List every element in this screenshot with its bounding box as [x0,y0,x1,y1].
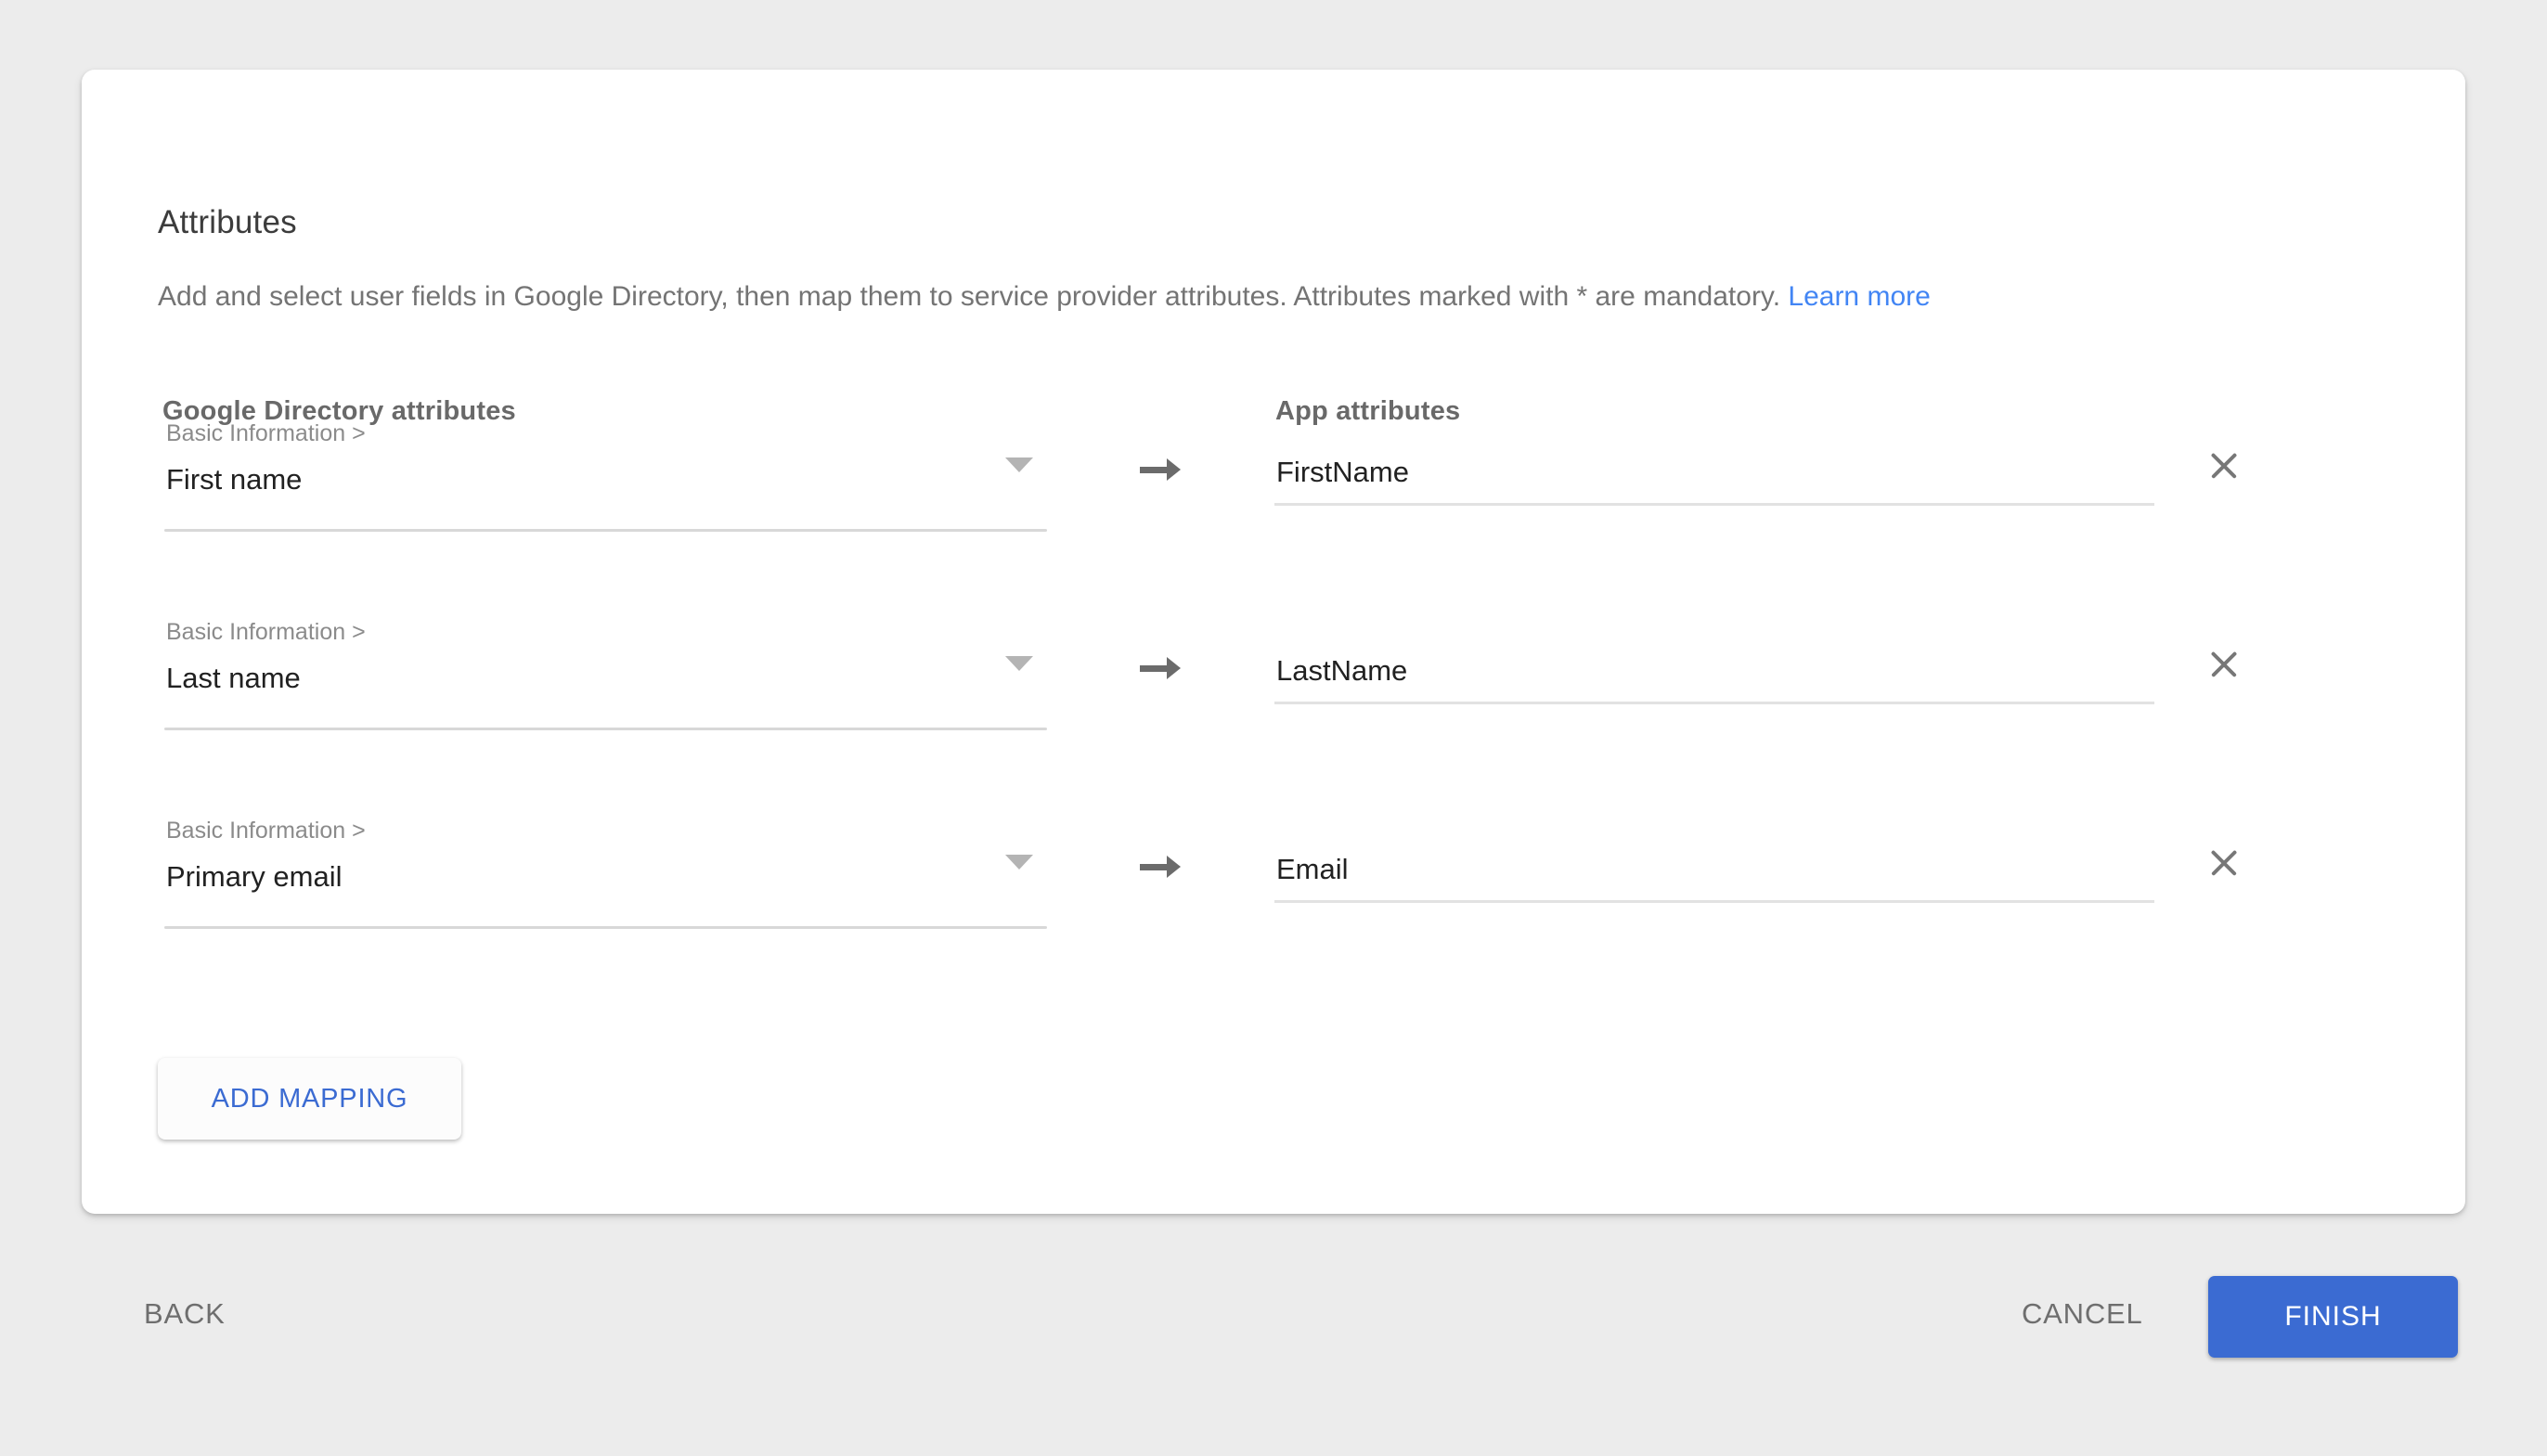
attribute-category-label: Basic Information > [166,818,366,844]
remove-mapping-icon[interactable] [2204,446,2244,487]
attribute-category-label: Basic Information > [166,619,366,646]
mapping-row: Basic Information > First name [164,420,2281,578]
directory-attribute-value: First name [166,463,302,496]
attributes-card: Attributes Add and select user fields in… [82,70,2465,1214]
mapping-row: Basic Information > Last name [164,619,2281,777]
back-button[interactable]: BACK [144,1297,226,1331]
map-arrow-icon [1140,848,1181,885]
dropdown-arrow-icon [1005,855,1033,870]
app-attribute-input[interactable] [1274,448,2154,506]
directory-attribute-select[interactable]: Basic Information > Primary email [164,818,1047,930]
app-attribute-input[interactable] [1274,845,2154,903]
add-mapping-button[interactable]: ADD MAPPING [158,1058,461,1140]
remove-mapping-icon[interactable] [2204,844,2244,884]
cancel-button[interactable]: CANCEL [2022,1297,2143,1331]
learn-more-link[interactable]: Learn more [1788,281,1930,312]
remove-mapping-icon[interactable] [2204,645,2244,686]
card-description: Add and select user fields in Google Dir… [158,281,1931,313]
dropdown-arrow-icon [1005,656,1033,671]
select-underline [164,529,1047,532]
select-underline [164,926,1047,929]
finish-button[interactable]: FINISH [2208,1276,2458,1358]
dropdown-arrow-icon [1005,457,1033,472]
app-attribute-input[interactable] [1274,647,2154,704]
attribute-category-label: Basic Information > [166,420,366,447]
directory-attribute-value: Primary email [166,860,342,894]
map-arrow-icon [1140,650,1181,687]
description-text: Add and select user fields in Google Dir… [158,281,1780,312]
directory-attribute-select[interactable]: Basic Information > First name [164,420,1047,533]
mapping-row: Basic Information > Primary email [164,818,2281,975]
directory-attribute-select[interactable]: Basic Information > Last name [164,619,1047,731]
select-underline [164,728,1047,730]
page-title: Attributes [158,204,297,241]
directory-attribute-value: Last name [166,662,301,695]
map-arrow-icon [1140,451,1181,488]
